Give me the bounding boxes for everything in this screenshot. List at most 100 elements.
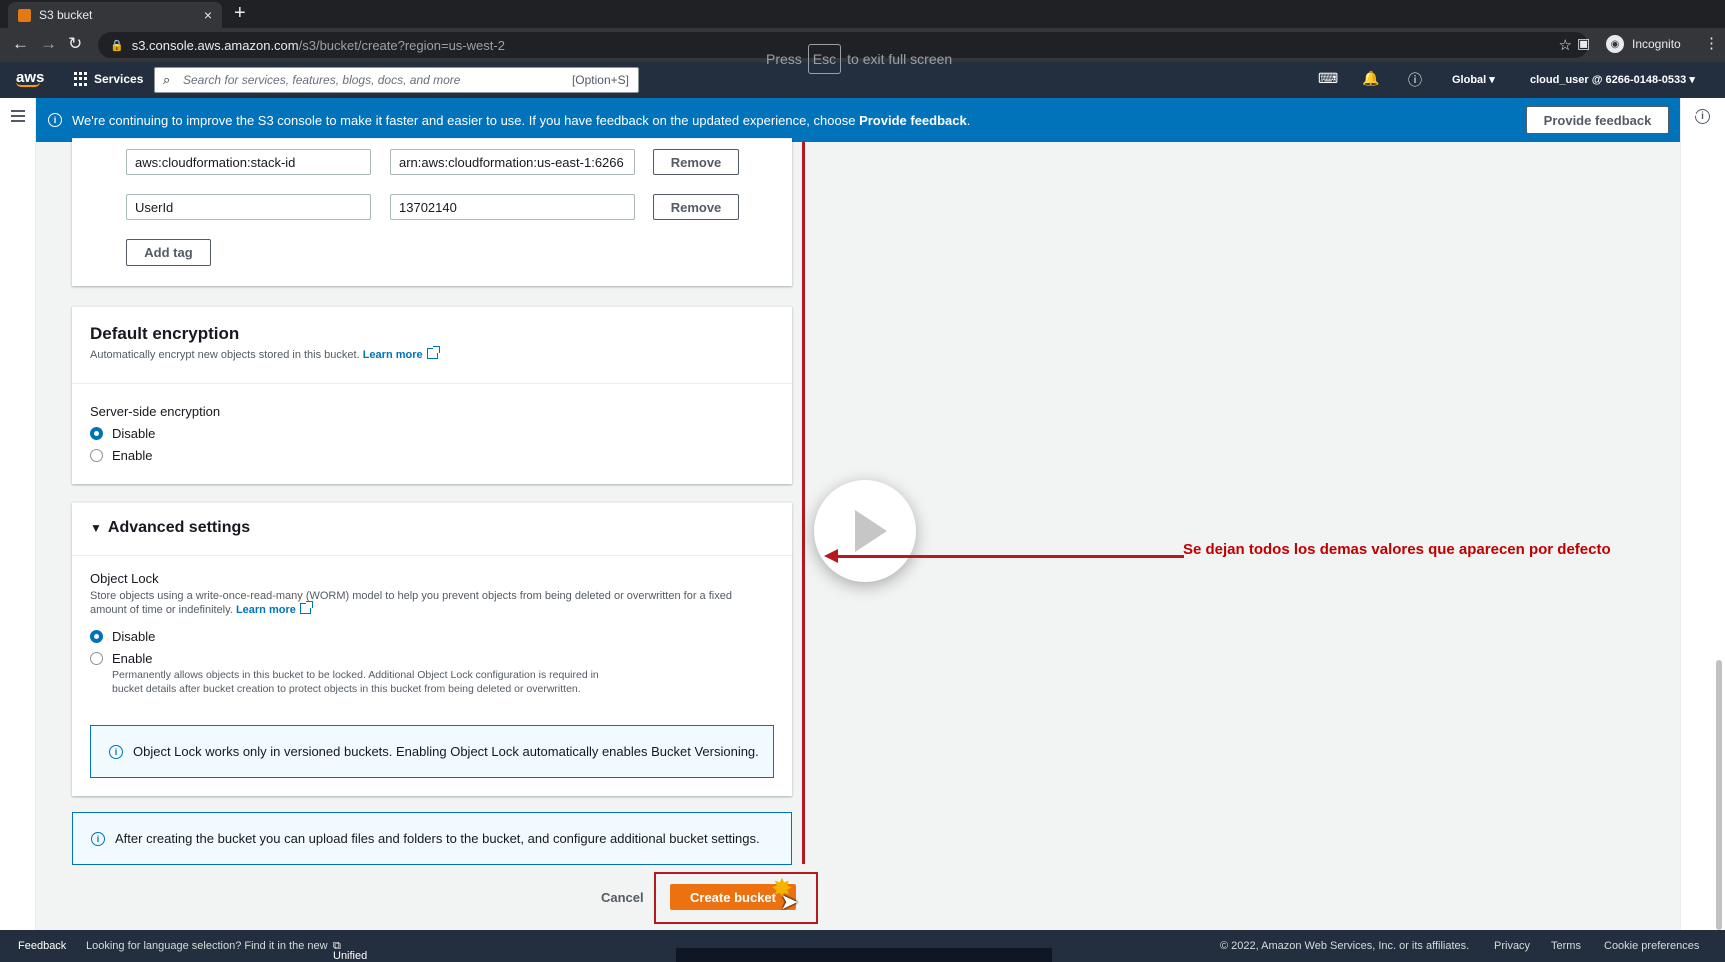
radio-selected-icon (90, 427, 103, 440)
fullscreen-hint-key: Esc (807, 44, 842, 74)
bookmark-star-icon[interactable]: ☆ (1559, 36, 1572, 54)
mouse-cursor-icon: ➤ (780, 889, 799, 914)
aws-logo-text: aws (16, 69, 45, 86)
default-encryption-panel: Default encryption Automatically encrypt… (72, 306, 792, 484)
learn-more-link[interactable]: Learn more (363, 346, 440, 361)
tab-title: S3 bucket (39, 8, 93, 22)
search-shortcut: [Option+S] (571, 73, 629, 87)
radio-unselected-icon (90, 652, 103, 665)
learn-more-link[interactable]: Learn more (236, 601, 313, 616)
provide-feedback-button[interactable]: Provide feedback (1526, 106, 1669, 134)
divider (72, 383, 792, 384)
left-nav-rail (0, 98, 36, 930)
cancel-button[interactable]: Cancel (601, 890, 644, 905)
footer-copyright: © 2022, Amazon Web Services, Inc. or its… (1220, 940, 1470, 952)
url-path: /s3/bucket/create?region=us-west-2 (298, 37, 505, 53)
tags-panel: aws:cloudformation:stack-id arn:aws:clou… (72, 138, 792, 286)
lock-icon: 🔒 (110, 39, 124, 52)
radio-label: Disable (112, 629, 156, 644)
footer-feedback-link[interactable]: Feedback (18, 940, 66, 952)
object-lock-label: Object Lock (90, 571, 159, 586)
fullscreen-hint-post: to exit full screen (847, 51, 953, 67)
after-create-info-text: After creating the bucket you can upload… (115, 831, 760, 846)
caret-down-icon: ▼ (90, 521, 102, 535)
after-create-info-alert: i After creating the bucket you can uplo… (72, 812, 792, 865)
tag-value-input[interactable]: arn:aws:cloudformation:us-east-1:6266 (390, 149, 635, 175)
tag-key-input[interactable]: UserId (126, 194, 371, 220)
encryption-title: Default encryption (90, 324, 240, 343)
remove-tag-button[interactable]: Remove (653, 149, 739, 175)
external-link-icon (299, 601, 313, 614)
footer-terms-link[interactable]: Terms (1551, 940, 1581, 952)
object-lock-enable-radio[interactable]: Enable (90, 651, 152, 666)
new-tab-icon[interactable]: + (234, 3, 246, 23)
annotation-vertical-line (802, 142, 805, 864)
sse-enable-radio[interactable]: Enable (90, 448, 152, 463)
footer-unified-settings-link[interactable]: Unified Settings ⧉ (333, 940, 367, 962)
url-host: s3.console.aws.amazon.com (131, 37, 299, 53)
annotation-text: Se dejan todos los demas valores que apa… (1183, 541, 1611, 558)
annotation-arrow (832, 555, 1184, 558)
fullscreen-hint: Press Esc to exit full screen (766, 44, 952, 74)
services-menu[interactable]: Services (74, 72, 143, 86)
feedback-flashbar: i We're continuing to improve the S3 con… (36, 98, 1699, 142)
footer-language-text: Looking for language selection? Find it … (86, 940, 328, 952)
cloudshell-icon[interactable]: ⌨ (1318, 70, 1338, 87)
video-overlay-strip (676, 948, 1052, 962)
tab-close-icon[interactable]: × (204, 7, 212, 23)
search-icon: ⌕ (163, 72, 171, 87)
search-placeholder: Search for services, features, blogs, do… (183, 73, 461, 87)
flash-text: We're continuing to improve the S3 conso… (72, 112, 971, 128)
object-lock-info-alert: i Object Lock works only in versioned bu… (90, 725, 774, 778)
notifications-bell-icon[interactable]: 🔔 (1362, 70, 1379, 87)
object-lock-enable-description: Permanently allows objects in this bucke… (112, 669, 599, 695)
footer-cookie-preferences-link[interactable]: Cookie preferences (1604, 940, 1699, 952)
forward-arrow-icon[interactable]: → (40, 34, 57, 54)
browser-tab[interactable]: S3 bucket × (8, 2, 222, 28)
play-icon (855, 510, 887, 552)
video-play-button[interactable] (814, 480, 916, 582)
info-icon: i (48, 113, 62, 127)
footer-privacy-link[interactable]: Privacy (1494, 940, 1530, 952)
reload-icon[interactable]: ↻ (68, 34, 82, 54)
browser-menu-icon[interactable]: ⋮ (1704, 34, 1719, 52)
info-icon: i (91, 831, 105, 846)
incognito-indicator[interactable]: ◉ Incognito (1606, 35, 1681, 53)
sse-disable-radio[interactable]: Disable (90, 426, 155, 441)
advanced-settings-panel: ▼ Advanced settings Object Lock Store obj… (72, 502, 792, 796)
external-link-icon (426, 346, 440, 359)
add-tag-button[interactable]: Add tag (126, 239, 211, 266)
help-icon[interactable]: ⓘ (1408, 70, 1422, 90)
menu-hamburger-icon[interactable] (11, 110, 25, 125)
sse-label: Server-side encryption (90, 404, 221, 419)
radio-label: Enable (112, 651, 153, 666)
aws-search-input[interactable]: ⌕ Search for services, features, blogs, … (154, 67, 639, 93)
tag-value-input[interactable]: 13702140 (390, 194, 635, 220)
remove-tag-button[interactable]: Remove (653, 194, 739, 220)
region-selector[interactable]: Global ▾ (1452, 73, 1495, 86)
page-scrollbar[interactable] (1716, 660, 1722, 930)
object-lock-disable-radio[interactable]: Disable (90, 629, 155, 644)
side-panel-icon[interactable]: ▣ (1577, 35, 1590, 52)
divider (72, 555, 792, 556)
services-label: Services (94, 72, 144, 86)
browser-tabbar: S3 bucket × + (0, 0, 1725, 28)
encryption-description: Automatically encrypt new objects stored… (90, 346, 440, 362)
object-lock-info-text: Object Lock works only in versioned buck… (133, 744, 759, 759)
flash-close-icon[interactable]: ✕ (1684, 109, 1699, 130)
incognito-label: Incognito (1632, 37, 1681, 51)
back-arrow-icon[interactable]: ← (12, 34, 29, 54)
annotation-arrowhead-icon (824, 549, 838, 563)
radio-label: Disable (112, 426, 156, 441)
radio-unselected-icon (90, 449, 103, 462)
account-menu[interactable]: cloud_user @ 6266-0148-0533 ▾ (1530, 73, 1695, 86)
aws-logo[interactable]: aws (16, 69, 44, 87)
radio-selected-icon (90, 630, 103, 643)
incognito-icon: ◉ (1606, 35, 1624, 53)
object-lock-description: Store objects using a write-once-read-ma… (90, 590, 732, 616)
advanced-settings-toggle[interactable]: ▼ Advanced settings (90, 519, 250, 537)
info-icon: i (109, 744, 123, 759)
tag-key-input[interactable]: aws:cloudformation:stack-id (126, 149, 371, 175)
radio-label: Enable (112, 448, 153, 463)
fullscreen-hint-pre: Press (766, 51, 802, 67)
